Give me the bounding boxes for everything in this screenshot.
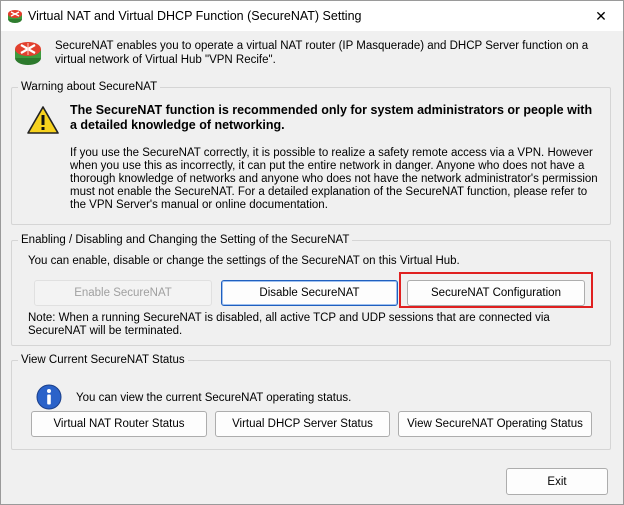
virtual-dhcp-server-status-button[interactable]: Virtual DHCP Server Status — [215, 411, 390, 437]
close-icon: ✕ — [595, 7, 607, 24]
close-button[interactable]: ✕ — [583, 1, 619, 31]
exit-button[interactable]: Exit — [506, 468, 608, 495]
warning-headline: The SecureNAT function is recommended on… — [70, 103, 593, 132]
status-description: You can view the current SecureNAT opera… — [76, 392, 352, 404]
enable-securenat-button[interactable]: Enable SecureNAT — [34, 280, 212, 306]
enable-disable-legend: Enabling / Disabling and Changing the Se… — [21, 234, 350, 246]
warning-legend: Warning about SecureNAT — [21, 81, 158, 93]
window-title: Virtual NAT and Virtual DHCP Function (S… — [28, 9, 362, 23]
status-legend: View Current SecureNAT Status — [21, 354, 185, 366]
warning-group: Warning about SecureNAT The SecureNAT fu… — [11, 81, 611, 225]
securenat-app-icon — [8, 10, 22, 23]
disable-securenat-button[interactable]: Disable SecureNAT — [221, 280, 398, 306]
info-icon — [36, 384, 62, 410]
warning-body: If you use the SecureNAT correctly, it i… — [70, 147, 598, 211]
securenat-operating-status-button[interactable]: View SecureNAT Operating Status — [398, 411, 592, 437]
router-icon — [15, 42, 41, 65]
securenat-configuration-button[interactable]: SecureNAT Configuration — [407, 280, 585, 306]
securenat-dialog: Virtual NAT and Virtual DHCP Function (S… — [0, 0, 624, 505]
enable-description: You can enable, disable or change the se… — [28, 255, 460, 267]
title-bar: Virtual NAT and Virtual DHCP Function (S… — [1, 1, 623, 31]
warning-icon — [27, 106, 59, 134]
header-description: SecureNAT enables you to operate a virtu… — [55, 40, 589, 66]
virtual-nat-router-status-button[interactable]: Virtual NAT Router Status — [31, 411, 207, 437]
disable-note: Note: When a running SecureNAT is disabl… — [28, 312, 550, 337]
